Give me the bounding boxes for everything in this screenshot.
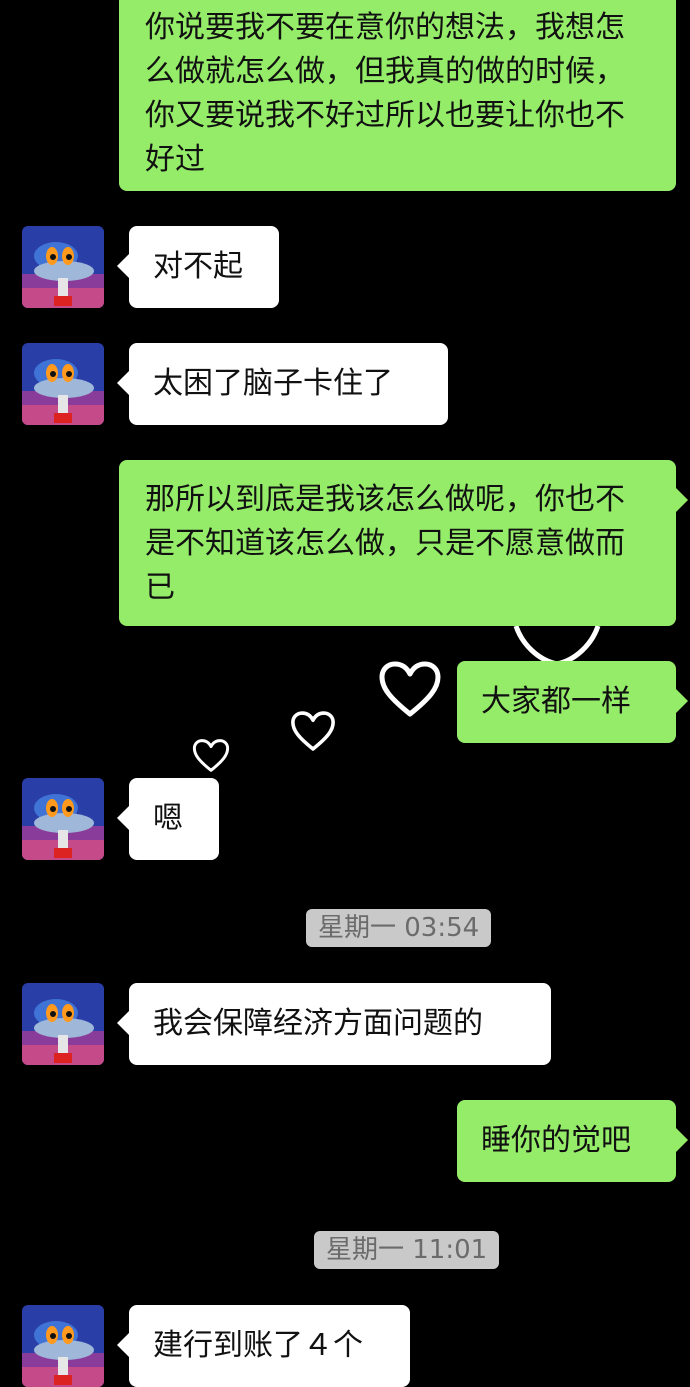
message-bubble-received[interactable]: 嗯 xyxy=(117,778,219,860)
message-text: 睡你的觉吧 xyxy=(481,1123,631,1158)
timestamp: 星期一 03:54 xyxy=(306,909,492,947)
message-bubble-received[interactable]: 太困了脑子卡住了 xyxy=(117,343,448,425)
heart-icon xyxy=(513,626,601,666)
timestamp: 星期一 11:01 xyxy=(314,1231,500,1269)
message-text: 建行到账了４个 xyxy=(153,1328,363,1363)
message-bubble-sent[interactable]: 大家都一样 xyxy=(457,661,688,743)
message-bubble-sent[interactable]: 睡你的觉吧 xyxy=(457,1100,688,1182)
message-text: 太困了脑子卡住了 xyxy=(153,366,393,401)
message-text: 你说要我不要在意你的想法，我想怎么做就怎么做，但我真的做的时候，你又要说我不好过… xyxy=(145,10,625,177)
message-bubble-received[interactable]: 对不起 xyxy=(117,226,279,308)
message-text: 我会保障经济方面问题的 xyxy=(153,1006,483,1041)
message-text: 大家都一样 xyxy=(481,684,631,719)
contact-avatar[interactable] xyxy=(22,226,104,308)
heart-icon xyxy=(192,738,230,773)
contact-avatar[interactable] xyxy=(22,778,104,860)
message-text: 嗯 xyxy=(153,801,183,836)
contact-avatar[interactable] xyxy=(22,983,104,1065)
heart-icon xyxy=(290,710,336,752)
heart-icon xyxy=(378,660,442,718)
contact-avatar[interactable] xyxy=(22,1305,104,1387)
contact-avatar[interactable] xyxy=(22,343,104,425)
message-text: 那所以到底是我该怎么做呢，你也不是不知道该怎么做，只是不愿意做而已 xyxy=(145,482,625,605)
message-text: 对不起 xyxy=(153,249,243,284)
message-bubble-sent[interactable]: 那所以到底是我该怎么做呢，你也不是不知道该怎么做，只是不愿意做而已 xyxy=(119,460,688,626)
message-bubble-sent[interactable]: 你说要我不要在意你的想法，我想怎么做就怎么做，但我真的做的时候，你又要说我不好过… xyxy=(119,0,676,191)
message-bubble-received[interactable]: 建行到账了４个 xyxy=(117,1305,410,1387)
message-bubble-received[interactable]: 我会保障经济方面问题的 xyxy=(117,983,551,1065)
